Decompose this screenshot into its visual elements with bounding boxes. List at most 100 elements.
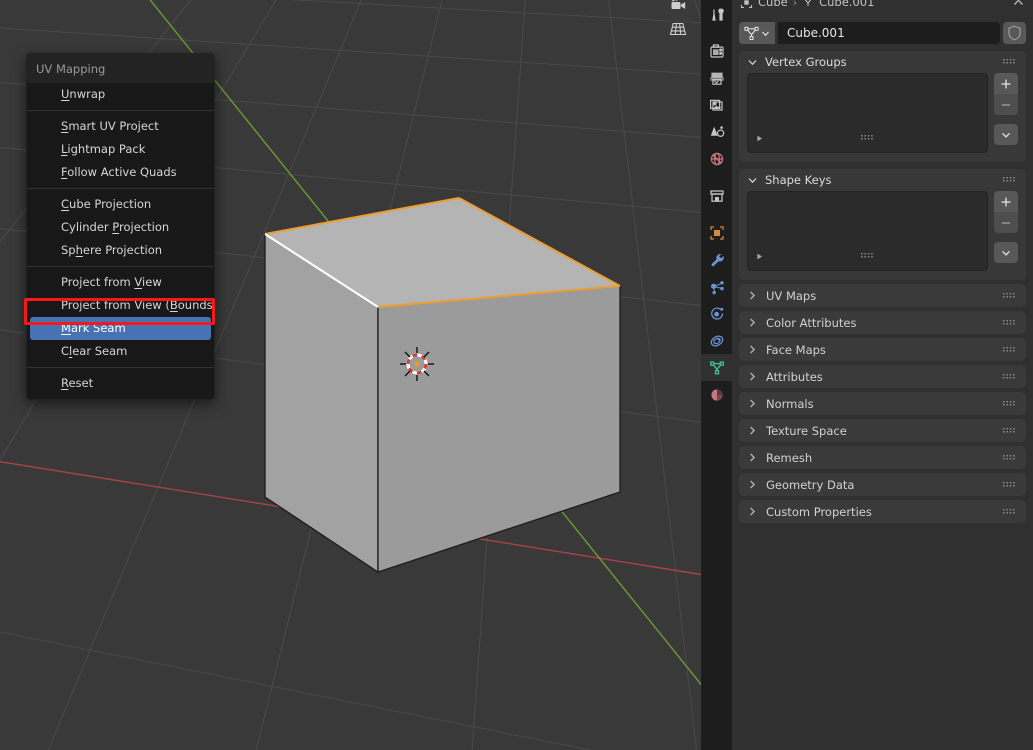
chevron-right-icon[interactable] — [747, 398, 758, 409]
modifier-tab[interactable] — [701, 246, 732, 273]
remesh-panel-grip[interactable] — [1003, 451, 1017, 465]
chevron-down-icon[interactable] — [747, 57, 758, 68]
object-tab[interactable] — [701, 219, 732, 246]
face-maps-panel-grip[interactable] — [1003, 343, 1017, 357]
menu-item-cylinder-projection[interactable]: Cylinder Projection — [27, 216, 214, 239]
vertex-group-specials-button[interactable] — [994, 124, 1018, 145]
grip-dots-icon[interactable] — [1003, 291, 1017, 300]
menu-item-mark-seam[interactable]: Mark Seam — [30, 317, 211, 340]
menu-item-smart-uv-project[interactable]: Smart UV Project — [27, 115, 214, 138]
grip-dots-icon[interactable] — [861, 133, 875, 142]
breadcrumb-object[interactable]: Cube — [758, 0, 788, 9]
scene-tab[interactable] — [701, 118, 732, 145]
menu-item-unwrap[interactable]: Unwrap — [27, 83, 214, 106]
id-block-row[interactable]: Cube.001 — [739, 22, 1026, 44]
custom-properties-panel-grip[interactable] — [1003, 505, 1017, 519]
vertex-groups-panel-header[interactable]: Vertex Groups — [739, 51, 1026, 73]
grip-dots-icon[interactable] — [1003, 453, 1017, 462]
chevron-right-icon[interactable] — [747, 506, 758, 517]
chevron-right-icon[interactable] — [747, 290, 758, 301]
tool-tab[interactable] — [701, 0, 732, 27]
shape-keys-panel-list-resize-grip[interactable] — [861, 245, 875, 264]
chevron-right-icon[interactable] — [747, 425, 758, 436]
chevron-right-icon[interactable] — [747, 371, 758, 382]
shape-key-specials-button[interactable] — [994, 242, 1018, 263]
datablock-name-input[interactable]: Cube.001 — [778, 22, 1000, 44]
vertex-groups-panel-grip[interactable] — [1003, 55, 1017, 69]
chevron-down-icon[interactable] — [747, 175, 758, 186]
fake-user-toggle[interactable] — [1003, 22, 1026, 44]
properties-editor[interactable]: Cube › Cube.001 — [732, 0, 1033, 750]
attributes-panel[interactable]: Attributes — [739, 365, 1026, 388]
normals-panel-grip[interactable] — [1003, 397, 1017, 411]
breadcrumb[interactable]: Cube › Cube.001 — [732, 0, 1033, 14]
menu-item-sphere-projection[interactable]: Sphere Projection — [27, 239, 214, 262]
grip-dots-icon[interactable] — [1003, 345, 1017, 354]
3d-viewport[interactable]: UV Mapping UnwrapSmart UV ProjectLightma… — [0, 0, 701, 750]
world-tab[interactable] — [701, 145, 732, 172]
geometry-data-panel[interactable]: Geometry Data — [739, 473, 1026, 496]
grip-dots-icon[interactable] — [1003, 57, 1017, 66]
data-type-dropdown[interactable] — [739, 22, 775, 44]
chevron-right-icon[interactable] — [747, 317, 758, 328]
uv-maps-panel-grip[interactable] — [1003, 289, 1017, 303]
properties-tab-column[interactable] — [701, 0, 732, 750]
chevron-right-icon[interactable] — [747, 479, 758, 490]
texture-space-panel-grip[interactable] — [1003, 424, 1017, 438]
add-shape-key-button[interactable] — [994, 191, 1018, 212]
add-vertex-group-button[interactable] — [994, 73, 1018, 94]
shape-keys-panel-list[interactable] — [747, 191, 988, 271]
color-attributes-panel-grip[interactable] — [1003, 316, 1017, 330]
breadcrumb-data[interactable]: Cube.001 — [819, 0, 874, 9]
particles-tab[interactable] — [701, 273, 732, 300]
grip-dots-icon[interactable] — [1003, 507, 1017, 516]
shape-keys-panel-grip[interactable] — [1003, 173, 1017, 187]
attributes-panel-grip[interactable] — [1003, 370, 1017, 384]
collection-tab[interactable] — [701, 182, 732, 209]
texture-space-panel[interactable]: Texture Space — [739, 419, 1026, 442]
chevron-right-icon[interactable] — [747, 344, 758, 355]
uv-maps-panel[interactable]: UV Maps — [739, 284, 1026, 307]
vertex-groups-panel-list[interactable] — [747, 73, 988, 153]
remove-shape-key-button[interactable] — [994, 212, 1018, 233]
normals-panel[interactable]: Normals — [739, 392, 1026, 415]
uv-mapping-context-menu[interactable]: UV Mapping UnwrapSmart UV ProjectLightma… — [26, 53, 215, 400]
triangle-right-icon[interactable] — [755, 252, 764, 261]
material-tab[interactable] — [701, 381, 732, 408]
vertex-groups-panel-list-resize-grip[interactable] — [861, 127, 875, 146]
grip-dots-icon[interactable] — [1003, 318, 1017, 327]
menu-item-cube-projection[interactable]: Cube Projection — [27, 193, 214, 216]
menu-item-clear-seam[interactable]: Clear Seam — [27, 340, 214, 363]
shape-keys-panel-list-filter-toggle[interactable] — [755, 246, 764, 265]
toggle-grid-gizmo[interactable] — [663, 14, 693, 44]
chevron-up-icon[interactable] — [1012, 0, 1025, 9]
object-data-tab[interactable] — [701, 354, 732, 381]
shape-keys-panel: Shape Keys — [739, 169, 1026, 280]
output-tab[interactable] — [701, 64, 732, 91]
object-constraints-tab[interactable] — [701, 327, 732, 354]
menu-item-follow-active-quads[interactable]: Follow Active Quads — [27, 161, 214, 184]
chevron-right-icon[interactable] — [747, 452, 758, 463]
triangle-right-icon[interactable] — [755, 134, 764, 143]
face-maps-panel[interactable]: Face Maps — [739, 338, 1026, 361]
view-layer-tab[interactable] — [701, 91, 732, 118]
grip-dots-icon[interactable] — [1003, 426, 1017, 435]
color-attributes-panel[interactable]: Color Attributes — [739, 311, 1026, 334]
vertex-groups-panel-list-filter-toggle[interactable] — [755, 128, 764, 147]
grip-dots-icon[interactable] — [1003, 372, 1017, 381]
shape-keys-panel-header[interactable]: Shape Keys — [739, 169, 1026, 191]
grip-dots-icon[interactable] — [1003, 399, 1017, 408]
menu-item-reset[interactable]: Reset — [27, 372, 214, 395]
menu-item-project-from-view-bounds[interactable]: Project from View (Bounds) — [27, 294, 214, 317]
grip-dots-icon[interactable] — [1003, 480, 1017, 489]
render-tab[interactable] — [701, 37, 732, 64]
remesh-panel[interactable]: Remesh — [739, 446, 1026, 469]
grip-dots-icon[interactable] — [861, 251, 875, 260]
remove-vertex-group-button[interactable] — [994, 94, 1018, 115]
grip-dots-icon[interactable] — [1003, 175, 1017, 184]
custom-properties-panel[interactable]: Custom Properties — [739, 500, 1026, 523]
physics-tab[interactable] — [701, 300, 732, 327]
menu-item-lightmap-pack[interactable]: Lightmap Pack — [27, 138, 214, 161]
geometry-data-panel-grip[interactable] — [1003, 478, 1017, 492]
menu-item-project-from-view[interactable]: Project from View — [27, 271, 214, 294]
